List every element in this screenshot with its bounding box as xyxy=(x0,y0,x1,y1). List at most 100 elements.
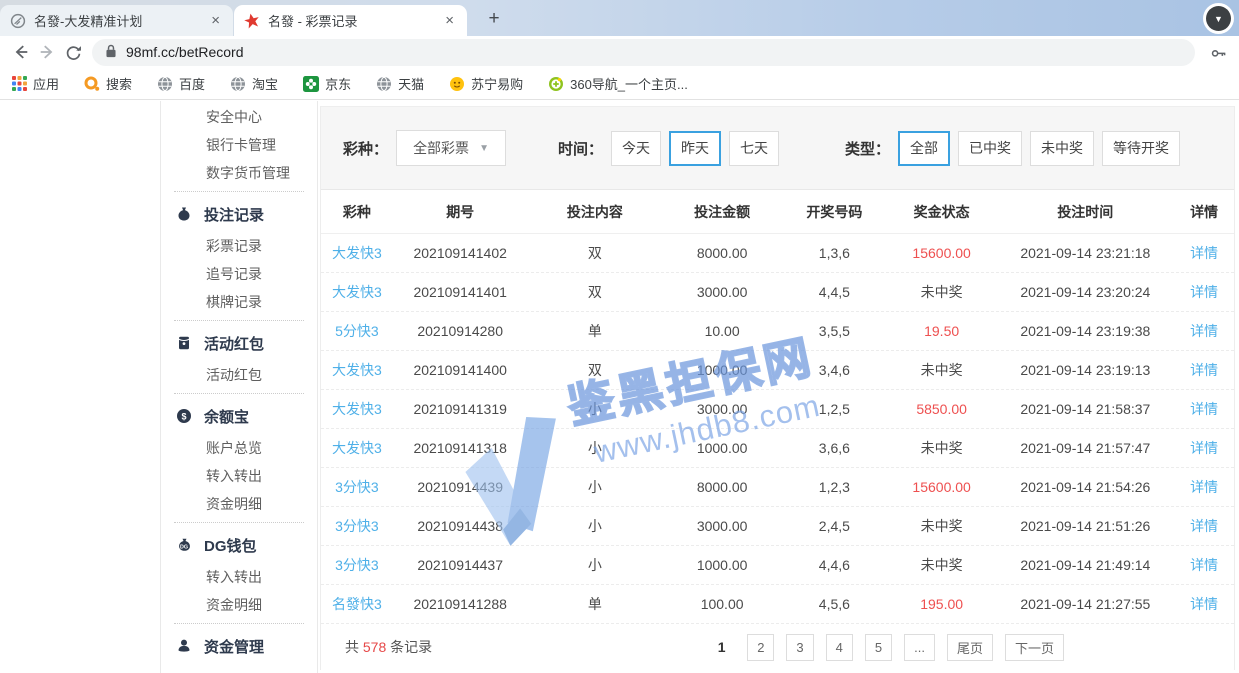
page-button[interactable]: 1 xyxy=(708,634,735,661)
tab-plan[interactable]: 名發-大发精准计划 × xyxy=(0,5,233,36)
detail-link[interactable]: 详情 xyxy=(1174,243,1234,263)
funds-icon xyxy=(176,638,192,654)
sidebar-item-lottery-records[interactable]: 彩票记录 xyxy=(161,232,317,260)
detail-link[interactable]: 详情 xyxy=(1174,321,1234,341)
sidebar-item-chase-records[interactable]: 追号记录 xyxy=(161,260,317,288)
bet-content: 单 xyxy=(528,321,663,341)
divider xyxy=(174,393,304,394)
lottery-select[interactable]: 全部彩票 ▼ xyxy=(396,130,506,166)
bookmark-label: 360导航_一个主页... xyxy=(570,74,688,93)
bookmark-item[interactable]: 天猫 xyxy=(376,74,424,93)
bookmark-item[interactable]: 淘宝 xyxy=(230,74,278,93)
time-filter-button[interactable]: 今天 xyxy=(611,131,661,166)
sidebar-item-security-center[interactable]: 安全中心 xyxy=(161,103,317,131)
bookmark-item[interactable]: 百度 xyxy=(157,74,205,93)
prize-status: 195.00 xyxy=(887,596,997,612)
page-button[interactable]: 3 xyxy=(786,634,813,661)
time-filter-button[interactable]: 昨天 xyxy=(669,131,721,166)
time-filter-button[interactable]: 七天 xyxy=(729,131,779,166)
lottery-name-link[interactable]: 5分快3 xyxy=(321,321,393,341)
col-content: 投注内容 xyxy=(528,202,663,222)
draw-numbers: 4,4,6 xyxy=(782,557,887,573)
page-button[interactable]: ... xyxy=(904,634,935,661)
page-button[interactable]: 2 xyxy=(747,634,774,661)
page-button[interactable]: 尾页 xyxy=(947,634,993,661)
detail-link[interactable]: 详情 xyxy=(1174,516,1234,536)
key-icon[interactable] xyxy=(1205,39,1231,65)
sidebar-item-red-packet[interactable]: 活动红包 xyxy=(161,361,317,389)
sidebar-section-yuebao[interactable]: $ 余额宝 xyxy=(161,398,317,434)
bet-amount: 8000.00 xyxy=(662,479,782,495)
nav360-icon xyxy=(548,76,564,92)
bet-content: 单 xyxy=(528,594,663,614)
bookmark-item[interactable]: 苏宁易购 xyxy=(449,74,523,93)
page-button[interactable]: 5 xyxy=(865,634,892,661)
detail-link[interactable]: 详情 xyxy=(1174,555,1234,575)
lottery-name-link[interactable]: 大发快3 xyxy=(321,243,393,263)
bet-amount: 100.00 xyxy=(662,596,782,612)
bookmark-item[interactable]: 360导航_一个主页... xyxy=(548,74,688,93)
prize-status: 未中奖 xyxy=(887,516,997,536)
bet-content: 双 xyxy=(528,243,663,263)
draw-numbers: 1,2,5 xyxy=(782,401,887,417)
sidebar-section-dg-wallet[interactable]: DG DG钱包 xyxy=(161,527,317,563)
media-control-button[interactable]: ▼ xyxy=(1203,3,1234,34)
suning-lion-icon xyxy=(449,76,465,92)
bet-content: 双 xyxy=(528,282,663,302)
detail-link[interactable]: 详情 xyxy=(1174,399,1234,419)
lottery-name-link[interactable]: 大发快3 xyxy=(321,438,393,458)
type-filter-button[interactable]: 已中奖 xyxy=(958,131,1022,166)
lottery-name-link[interactable]: 名發快3 xyxy=(321,594,393,614)
page-button[interactable]: 下一页 xyxy=(1005,634,1064,661)
forward-button[interactable] xyxy=(34,39,60,65)
lottery-name-link[interactable]: 大发快3 xyxy=(321,360,393,380)
detail-link[interactable]: 详情 xyxy=(1174,477,1234,497)
sidebar-item-transfer[interactable]: 转入转出 xyxy=(161,462,317,490)
lottery-name-link[interactable]: 3分快3 xyxy=(321,477,393,497)
prize-status: 15600.00 xyxy=(887,479,997,495)
sidebar-item-dg-funds-detail[interactable]: 资金明细 xyxy=(161,591,317,619)
lottery-name-link[interactable]: 大发快3 xyxy=(321,399,393,419)
bookmark-item[interactable]: 搜索 xyxy=(84,74,132,93)
type-filter-button[interactable]: 全部 xyxy=(898,131,950,166)
sidebar-item-digital-currency[interactable]: 数字货币管理 xyxy=(161,159,317,187)
sidebar-item-bank-card[interactable]: 银行卡管理 xyxy=(161,131,317,159)
lottery-select-value: 全部彩票 xyxy=(413,138,469,158)
back-button[interactable] xyxy=(8,39,34,65)
sidebar-item-account-overview[interactable]: 账户总览 xyxy=(161,434,317,462)
total-suffix: 条记录 xyxy=(386,639,432,655)
bet-time: 2021-09-14 21:49:14 xyxy=(997,557,1175,573)
close-icon[interactable]: × xyxy=(208,12,223,29)
type-filter-button[interactable]: 未中奖 xyxy=(1030,131,1094,166)
detail-link[interactable]: 详情 xyxy=(1174,282,1234,302)
close-icon[interactable]: × xyxy=(442,12,457,29)
detail-link[interactable]: 详情 xyxy=(1174,438,1234,458)
lottery-name-link[interactable]: 3分快3 xyxy=(321,516,393,536)
bet-amount: 1000.00 xyxy=(662,440,782,456)
globe-icon xyxy=(230,76,246,92)
reload-button[interactable] xyxy=(60,39,86,65)
table-row: 大发快3 202109141402 双 8000.00 1,3,6 15600.… xyxy=(321,234,1234,273)
sidebar-section-funds-manage[interactable]: 资金管理 xyxy=(161,628,317,664)
bet-time: 2021-09-14 21:51:26 xyxy=(997,518,1175,534)
bookmark-item[interactable]: 京东 xyxy=(303,74,351,93)
type-filter-button[interactable]: 等待开奖 xyxy=(1102,131,1180,166)
url-bar[interactable]: 98mf.cc/betRecord xyxy=(92,39,1195,66)
detail-link[interactable]: 详情 xyxy=(1174,360,1234,380)
svg-text:DG: DG xyxy=(180,544,188,550)
table-row: 3分快3 20210914437 小 1000.00 4,4,6 未中奖 202… xyxy=(321,546,1234,585)
page-button[interactable]: 4 xyxy=(826,634,853,661)
sidebar-item-dg-transfer[interactable]: 转入转出 xyxy=(161,563,317,591)
lottery-name-link[interactable]: 大发快3 xyxy=(321,282,393,302)
sidebar-item-board-records[interactable]: 棋牌记录 xyxy=(161,288,317,316)
lottery-name-link[interactable]: 3分快3 xyxy=(321,555,393,575)
sidebar-section-bet-records[interactable]: 投注记录 xyxy=(161,196,317,232)
tab-bet-record[interactable]: 名發 - 彩票记录 × xyxy=(234,5,467,36)
sidebar-section-red-packet[interactable]: 活动红包 xyxy=(161,325,317,361)
sidebar-item-funds-detail[interactable]: 资金明细 xyxy=(161,490,317,518)
filter-bar: 彩种： 全部彩票 ▼ 时间： 今天 昨天 七天 类型： 全部 xyxy=(321,106,1234,190)
detail-link[interactable]: 详情 xyxy=(1174,594,1234,614)
new-tab-button[interactable]: + xyxy=(482,7,506,31)
draw-numbers: 1,2,3 xyxy=(782,479,887,495)
bookmark-item[interactable]: 应用 xyxy=(12,74,59,93)
